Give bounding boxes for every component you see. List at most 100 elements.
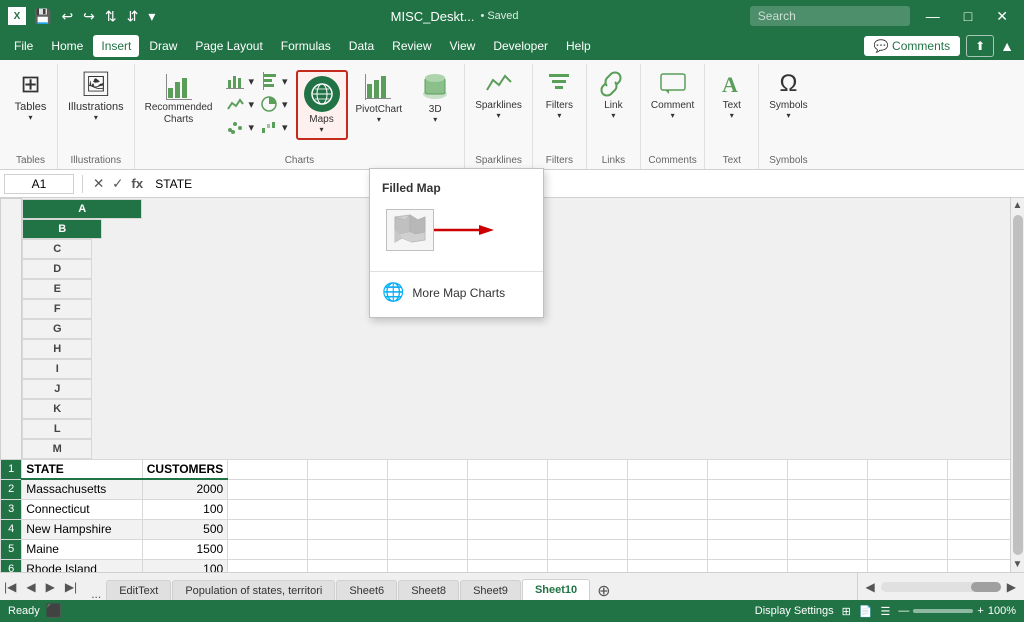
more-map-charts-item[interactable]: 🌐 More Map Charts	[370, 276, 543, 309]
col-header-c[interactable]: C	[22, 239, 92, 259]
cell-a3[interactable]: Connecticut	[22, 499, 143, 519]
share-button[interactable]: ⬆	[966, 35, 994, 57]
minimize-button[interactable]: —	[918, 4, 948, 28]
cancel-formula-button[interactable]: ✕	[91, 174, 106, 194]
sheet-last-button[interactable]: ▶|	[61, 578, 81, 596]
search-input[interactable]	[750, 6, 910, 26]
menu-developer[interactable]: Developer	[485, 35, 556, 57]
cell-k3[interactable]	[868, 499, 948, 519]
cell-d2[interactable]	[308, 479, 388, 499]
text-button[interactable]: A Text ▾	[709, 66, 754, 124]
cell-g3[interactable]	[548, 499, 628, 519]
col-header-m[interactable]: M	[22, 439, 92, 459]
row-number-6[interactable]: 6	[1, 559, 22, 572]
comments-button[interactable]: 💬 Comments	[864, 36, 960, 56]
col-header-l[interactable]: L	[22, 419, 92, 439]
cell-g4[interactable]	[548, 519, 628, 539]
cell-a6[interactable]: Rhode Island	[22, 559, 143, 572]
menu-view[interactable]: View	[442, 35, 484, 57]
cell-d5[interactable]	[308, 539, 388, 559]
vertical-scrollbar[interactable]: ▲ ▼	[1010, 198, 1024, 572]
cell-j5[interactable]	[788, 539, 868, 559]
cell-l3[interactable]	[948, 499, 1010, 519]
comment-button[interactable]: Comment ▾	[645, 66, 700, 124]
cell-i1[interactable]	[708, 459, 788, 479]
cell-h2[interactable]	[628, 479, 708, 499]
cell-b2[interactable]: 2000	[142, 479, 227, 499]
sort-desc-button[interactable]: ⇵	[123, 6, 143, 27]
scroll-thumb[interactable]	[1013, 215, 1023, 555]
cell-c1[interactable]	[228, 459, 308, 479]
cell-f5[interactable]	[468, 539, 548, 559]
menu-file[interactable]: File	[6, 35, 41, 57]
ribbon-collapse-button[interactable]: ▲	[996, 36, 1018, 56]
cell-l4[interactable]	[948, 519, 1010, 539]
menu-home[interactable]: Home	[43, 35, 91, 57]
confirm-formula-button[interactable]: ✓	[110, 174, 125, 194]
add-sheet-button[interactable]: ⊕	[591, 581, 616, 600]
cell-c3[interactable]	[228, 499, 308, 519]
cell-j1[interactable]	[788, 459, 868, 479]
maximize-button[interactable]: □	[956, 4, 980, 28]
tables-button[interactable]: ⊞ Tables ▾	[8, 66, 53, 126]
horizontal-scrollbar[interactable]	[881, 582, 1001, 592]
cell-l6[interactable]	[948, 559, 1010, 572]
cell-g6[interactable]	[548, 559, 628, 572]
cell-k4[interactable]	[868, 519, 948, 539]
cell-c6[interactable]	[228, 559, 308, 572]
menu-insert[interactable]: Insert	[93, 35, 139, 57]
cell-g5[interactable]	[548, 539, 628, 559]
cell-k2[interactable]	[868, 479, 948, 499]
sheet-tab-population[interactable]: Population of states, territori	[172, 580, 335, 600]
cell-j3[interactable]	[788, 499, 868, 519]
row-number-2[interactable]: 2	[1, 479, 22, 499]
row-number-3[interactable]: 3	[1, 499, 22, 519]
cell-c5[interactable]	[228, 539, 308, 559]
h-scroll-right[interactable]: ▶	[1003, 578, 1020, 596]
cell-l5[interactable]	[948, 539, 1010, 559]
col-header-h[interactable]: H	[22, 339, 92, 359]
row-number-5[interactable]: 5	[1, 539, 22, 559]
cell-e6[interactable]	[388, 559, 468, 572]
tab-dots[interactable]: ...	[87, 587, 105, 600]
cell-i5[interactable]	[708, 539, 788, 559]
undo-button[interactable]: ↩	[57, 6, 77, 27]
page-layout-view-icon[interactable]: 📄	[859, 605, 873, 618]
col-header-f[interactable]: F	[22, 299, 92, 319]
scroll-up-arrow[interactable]: ▲	[1011, 198, 1024, 213]
cell-reference-input[interactable]	[4, 174, 74, 194]
maps-button[interactable]: Maps ▾	[296, 70, 348, 140]
cell-i6[interactable]	[708, 559, 788, 572]
cell-a5[interactable]: Maine	[22, 539, 143, 559]
cell-i3[interactable]	[708, 499, 788, 519]
cell-a2[interactable]: Massachusetts	[22, 479, 143, 499]
col-header-b[interactable]: B	[22, 219, 102, 239]
cell-k6[interactable]	[868, 559, 948, 572]
cell-i4[interactable]	[708, 519, 788, 539]
insert-function-button[interactable]: fx	[129, 174, 145, 193]
cell-f3[interactable]	[468, 499, 548, 519]
cell-i2[interactable]	[708, 479, 788, 499]
col-header-j[interactable]: J	[22, 379, 92, 399]
3d-map-button[interactable]: 3D ▾	[410, 70, 460, 128]
cell-f4[interactable]	[468, 519, 548, 539]
redo-button[interactable]: ↪	[79, 6, 99, 27]
cell-e4[interactable]	[388, 519, 468, 539]
cell-b3[interactable]: 100	[142, 499, 227, 519]
zoom-in-icon[interactable]: +	[977, 605, 983, 617]
cell-e2[interactable]	[388, 479, 468, 499]
pie-chart-button[interactable]: ▾	[258, 93, 290, 115]
row-number-4[interactable]: 4	[1, 519, 22, 539]
col-header-k[interactable]: K	[22, 399, 92, 419]
filters-button[interactable]: Filters ▾	[537, 66, 582, 124]
col-header-a[interactable]: A	[22, 199, 142, 219]
cell-b6[interactable]: 100	[142, 559, 227, 572]
close-button[interactable]: ✕	[988, 4, 1016, 29]
sheet-tab-sheet10[interactable]: Sheet10	[522, 579, 590, 600]
menu-page-layout[interactable]: Page Layout	[187, 35, 270, 57]
cell-h4[interactable]	[628, 519, 708, 539]
sparklines-button[interactable]: Sparklines ▾	[469, 66, 528, 124]
scatter-chart-button[interactable]: ▾	[224, 116, 256, 138]
more-button[interactable]: ▾	[144, 6, 159, 27]
menu-review[interactable]: Review	[384, 35, 439, 57]
